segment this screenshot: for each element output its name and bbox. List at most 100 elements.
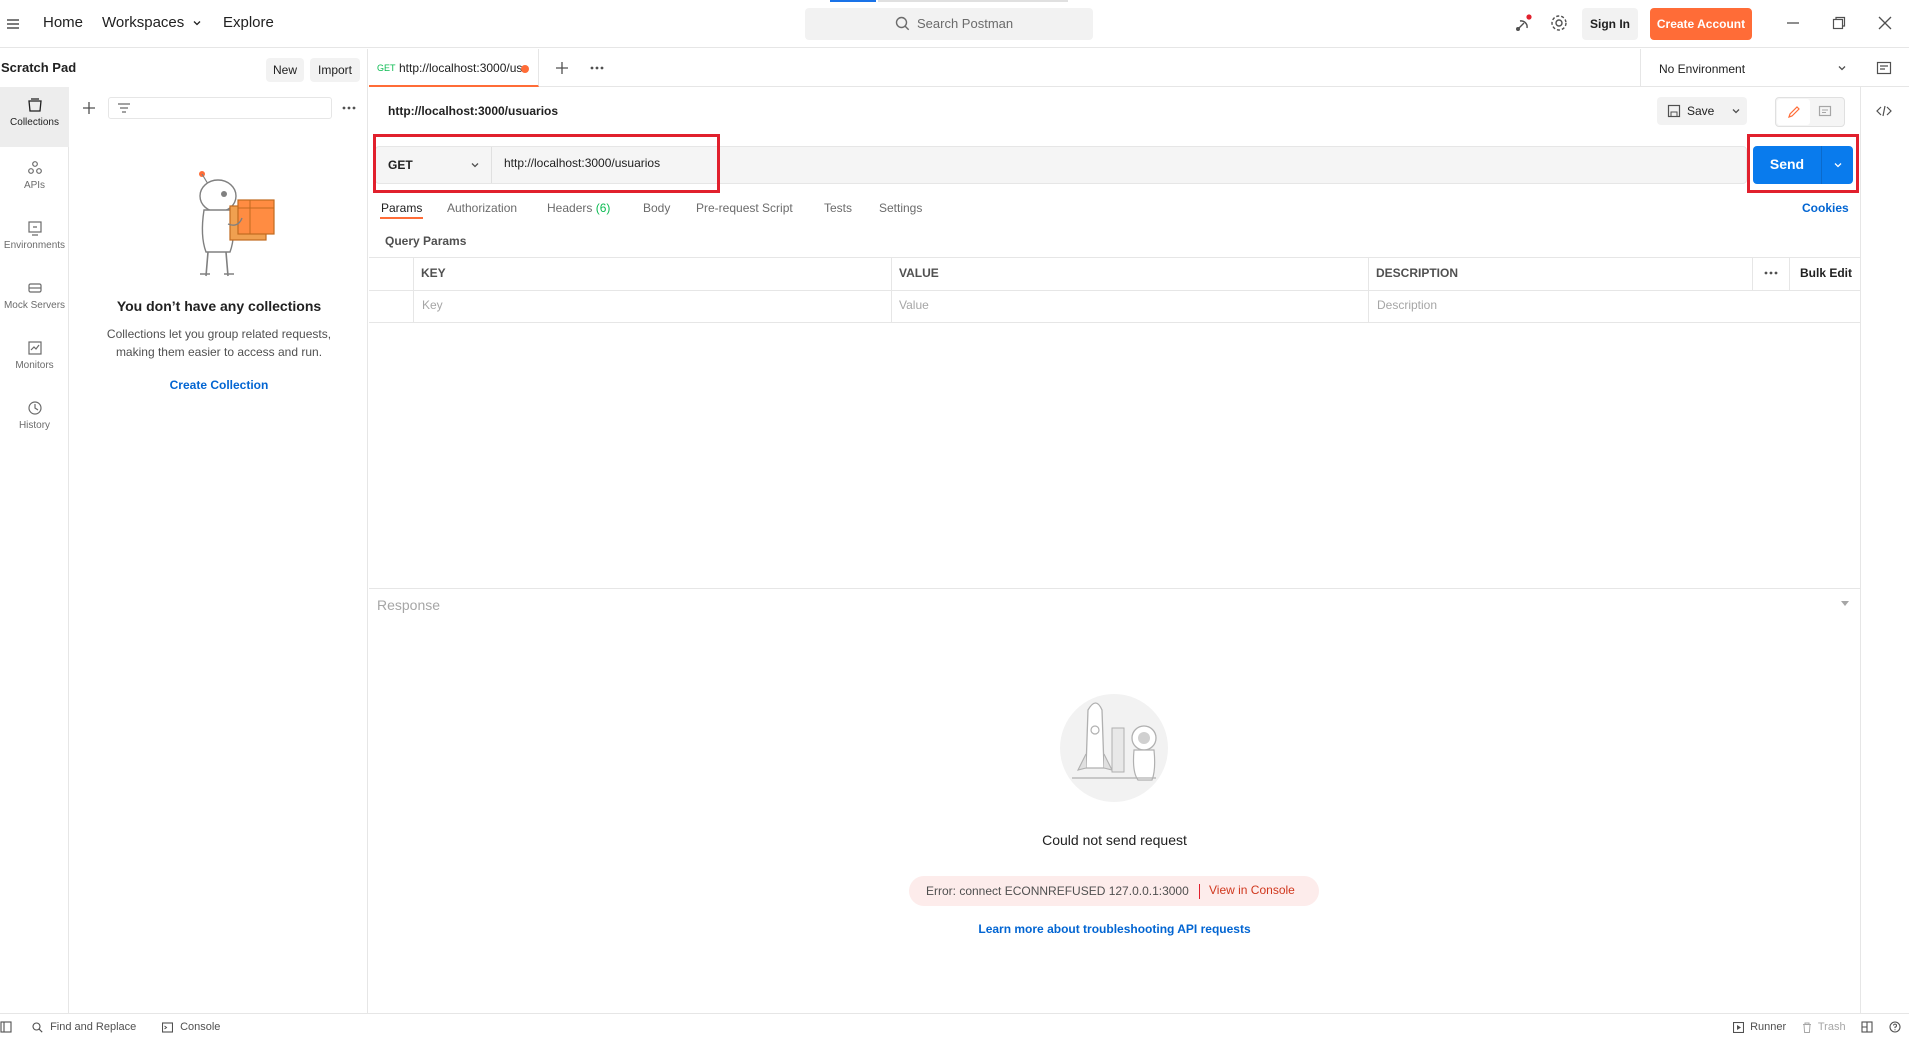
environment-quick-look-icon[interactable] bbox=[1876, 60, 1892, 76]
view-in-console-link[interactable]: View in Console bbox=[1209, 883, 1295, 897]
active-tab-underline bbox=[380, 217, 423, 219]
sidebar-item-monitors[interactable]: Monitors bbox=[0, 330, 69, 388]
mock-servers-icon bbox=[0, 280, 69, 296]
headers-count: (6) bbox=[595, 201, 611, 215]
import-button[interactable]: Import bbox=[310, 58, 360, 82]
trash-button[interactable]: Trash bbox=[1802, 1021, 1846, 1033]
environment-select[interactable]: No Environment bbox=[1640, 49, 1852, 87]
tab-authorization[interactable]: Authorization bbox=[447, 201, 517, 215]
new-button[interactable]: New bbox=[266, 58, 304, 82]
highlight-box-send bbox=[1747, 134, 1859, 193]
more-options-icon[interactable] bbox=[341, 101, 357, 115]
pencil-icon[interactable] bbox=[1777, 99, 1810, 125]
sign-in-button[interactable]: Sign In bbox=[1582, 8, 1638, 40]
chevron-down-icon bbox=[192, 18, 202, 28]
satellite-sync-icon[interactable] bbox=[1514, 14, 1534, 34]
maximize-window-icon[interactable] bbox=[1832, 16, 1846, 30]
collapse-response-icon[interactable] bbox=[1840, 600, 1850, 608]
comment-icon[interactable] bbox=[1818, 105, 1832, 119]
environment-label: No Environment bbox=[1659, 62, 1746, 76]
sidebar-item-label: History bbox=[18, 420, 51, 431]
sidebar-item-history[interactable]: History bbox=[0, 390, 69, 448]
table-divider bbox=[369, 290, 1860, 291]
save-label: Save bbox=[1687, 104, 1715, 118]
tab-headers[interactable]: Headers (6) bbox=[547, 201, 610, 215]
search-icon bbox=[895, 16, 910, 31]
nav-workspaces[interactable]: Workspaces bbox=[102, 14, 202, 31]
could-not-send-message: Could not send request bbox=[1042, 832, 1187, 848]
sidebar-item-mock-servers[interactable]: Mock Servers bbox=[0, 270, 69, 328]
sidebar-item-apis[interactable]: APIs bbox=[0, 150, 69, 208]
edit-docs-toggle[interactable] bbox=[1775, 97, 1845, 127]
tab-label: http://localhost:3000/usuarios bbox=[399, 61, 524, 75]
settings-gear-icon[interactable] bbox=[1550, 14, 1568, 32]
error-banner: Error: connect ECONNREFUSED 127.0.0.1:30… bbox=[909, 876, 1319, 906]
new-tab-plus-icon[interactable] bbox=[555, 61, 569, 75]
create-account-button[interactable]: Create Account bbox=[1650, 8, 1752, 40]
trash-label: Trash bbox=[1817, 1021, 1846, 1033]
empty-collections-title: You don’t have any collections bbox=[116, 298, 322, 314]
find-and-replace-button[interactable]: Find and Replace bbox=[32, 1021, 136, 1033]
search-placeholder: Search Postman bbox=[917, 16, 1014, 31]
history-icon bbox=[0, 400, 69, 416]
column-divider bbox=[1789, 258, 1790, 290]
sidebar-item-label: Mock Servers bbox=[3, 300, 66, 311]
table-more-icon[interactable] bbox=[1763, 268, 1779, 278]
sidebar-item-label: Monitors bbox=[15, 360, 54, 371]
tab-tests[interactable]: Tests bbox=[824, 201, 852, 215]
monitors-icon bbox=[0, 340, 69, 356]
runner-label: Runner bbox=[1750, 1021, 1787, 1033]
minimize-window-icon[interactable] bbox=[1786, 16, 1800, 30]
create-collection-link[interactable]: Create Collection bbox=[70, 378, 368, 392]
collections-icon bbox=[0, 97, 69, 113]
tab-body[interactable]: Body bbox=[643, 201, 670, 215]
nav-home[interactable]: Home bbox=[43, 14, 83, 31]
nav-workspaces-label: Workspaces bbox=[102, 14, 185, 31]
empty-collections-description: Collections let you group related reques… bbox=[106, 327, 332, 359]
apis-icon bbox=[0, 160, 69, 176]
add-collection-icon[interactable] bbox=[82, 101, 96, 115]
troubleshooting-link[interactable]: Learn more about troubleshooting API req… bbox=[369, 922, 1860, 936]
help-icon[interactable] bbox=[1889, 1021, 1901, 1033]
save-icon bbox=[1667, 104, 1681, 118]
search-input[interactable]: Search Postman bbox=[805, 8, 1093, 40]
column-divider bbox=[891, 258, 892, 323]
runner-button[interactable]: Runner bbox=[1733, 1021, 1786, 1033]
status-bar bbox=[0, 1013, 1909, 1039]
nav-explore[interactable]: Explore bbox=[223, 14, 274, 31]
cookies-link[interactable]: Cookies bbox=[1802, 201, 1849, 215]
column-header-key: KEY bbox=[421, 266, 446, 280]
rocket-astronaut-illustration bbox=[1052, 692, 1176, 804]
sidebar-item-collections[interactable]: Collections bbox=[0, 87, 69, 147]
environments-icon bbox=[0, 220, 69, 236]
bulk-edit-button[interactable]: Bulk Edit bbox=[1800, 266, 1852, 280]
console-button[interactable]: Console bbox=[162, 1021, 220, 1033]
chevron-down-icon[interactable] bbox=[1731, 106, 1741, 116]
key-input[interactable]: Key bbox=[422, 298, 443, 312]
menu-icon[interactable] bbox=[6, 17, 20, 31]
toggle-sidebar-icon[interactable] bbox=[0, 1021, 12, 1033]
console-label: Console bbox=[180, 1021, 221, 1033]
two-pane-view-icon[interactable] bbox=[1861, 1021, 1873, 1033]
tab-pre-request-script[interactable]: Pre-request Script bbox=[696, 201, 793, 215]
sidebar-item-environments[interactable]: Environments bbox=[0, 210, 69, 268]
empty-collections-illustration bbox=[180, 166, 276, 282]
sidebar-item-label: Environments bbox=[3, 240, 66, 251]
request-tab[interactable]: GET http://localhost:3000/usuarios bbox=[369, 49, 539, 87]
tab-method: GET bbox=[377, 63, 396, 73]
tabs-more-icon[interactable] bbox=[589, 62, 605, 74]
highlight-box-url bbox=[373, 134, 720, 193]
right-rail bbox=[1860, 87, 1909, 1013]
close-window-icon[interactable] bbox=[1878, 16, 1892, 30]
tab-settings[interactable]: Settings bbox=[879, 201, 922, 215]
collections-search-field[interactable] bbox=[108, 97, 332, 119]
trash-icon bbox=[1802, 1022, 1812, 1033]
save-button[interactable]: Save bbox=[1657, 97, 1747, 125]
tab-params[interactable]: Params bbox=[381, 201, 422, 215]
scratch-pad-title: Scratch Pad bbox=[1, 60, 77, 75]
console-icon bbox=[162, 1022, 173, 1033]
value-input[interactable]: Value bbox=[899, 298, 929, 312]
sidebar-item-label: APIs bbox=[23, 180, 46, 191]
description-input[interactable]: Description bbox=[1377, 298, 1437, 312]
search-icon bbox=[32, 1022, 43, 1033]
